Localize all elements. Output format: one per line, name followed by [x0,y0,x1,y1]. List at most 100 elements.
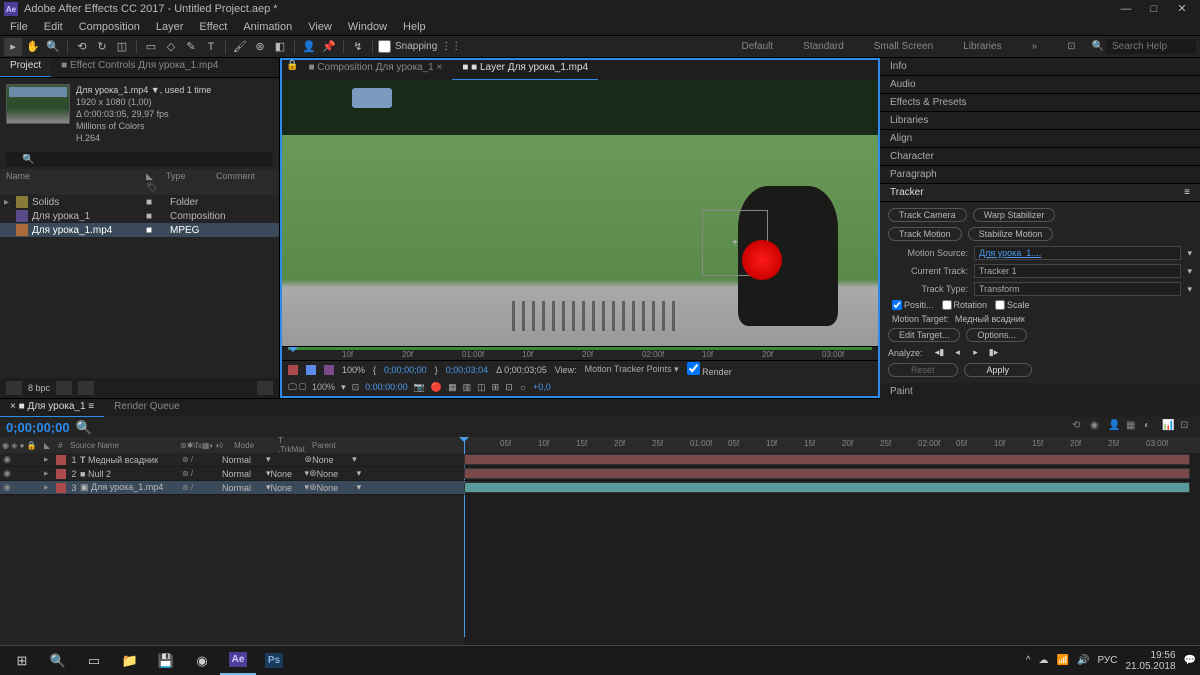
warp-stabilizer-button[interactable]: Warp Stabilizer [973,208,1056,222]
magnification-icon[interactable]: 🖵 ▢ [288,382,306,393]
language-indicator[interactable]: РУС [1097,655,1117,666]
menu-file[interactable]: File [2,21,36,33]
frame-blend-icon[interactable]: ▦ [1126,420,1140,434]
rotate-tool[interactable]: ↻ [93,38,111,56]
menu-help[interactable]: Help [395,21,434,33]
start-button[interactable]: ⊞ [4,647,40,675]
analyze-forward-icon[interactable]: ▸ [969,347,983,359]
region-icon[interactable]: ⊞ [492,382,500,393]
chrome-icon[interactable]: ◉ [184,647,220,675]
zoom-dropdown[interactable]: 100% [312,382,335,392]
minimize-button[interactable]: — [1112,0,1140,18]
after-effects-taskbar-icon[interactable]: Ae [220,647,256,675]
text-tool[interactable]: T [202,38,220,56]
layer-bar-3[interactable] [464,481,1200,495]
brainstorm-icon[interactable]: ⊡ [1180,420,1194,434]
camera-tool[interactable]: ◫ [113,38,131,56]
shape-tool[interactable]: ◇ [162,38,180,56]
hand-tool[interactable]: ✋ [24,38,42,56]
puppet-tool[interactable]: 📌 [320,38,338,56]
current-track-dropdown[interactable]: Tracker 1 [974,264,1181,278]
lock-icon[interactable]: 🔒 [286,60,298,80]
menu-effect[interactable]: Effect [191,21,235,33]
notifications-icon[interactable]: 💬 [1184,655,1196,666]
workspace-small[interactable]: Small Screen [860,41,947,52]
panel-libraries[interactable]: Libraries [880,112,1200,130]
analyze-back-one-icon[interactable]: ◂▮ [933,347,947,359]
resolution-icon[interactable]: ⊡ [352,382,360,393]
panel-tracker[interactable]: Tracker≡ [880,184,1200,202]
layer-row-3[interactable]: ◉ ▸3 ▣ Для урока_1.mp4 ⊛ / Normal▾ None▾… [0,481,464,495]
layer-bar-1[interactable] [464,453,1200,467]
photoshop-taskbar-icon[interactable]: Ps [256,647,292,675]
track-type-dropdown[interactable]: Transform [974,282,1181,296]
onedrive-icon[interactable]: ☁ [1039,655,1049,666]
interpret-footage-icon[interactable] [6,381,22,395]
motion-source-dropdown[interactable]: Для урока_1.... [974,246,1181,260]
visibility-icon[interactable]: ◉ [0,454,14,465]
panel-paragraph[interactable]: Paragraph [880,166,1200,184]
panel-audio[interactable]: Audio [880,76,1200,94]
shy-icon[interactable]: 👤 [1108,420,1122,434]
save-icon[interactable]: 💾 [148,647,184,675]
layer-time-ruler[interactable]: 10f 20f 01:00f 10f 20f 02:00f 10f 20f 03… [282,346,878,360]
maximize-button[interactable]: □ [1140,0,1168,18]
tab-render-queue[interactable]: Render Queue [104,399,190,417]
analyze-backward-icon[interactable]: ◂ [951,347,965,359]
exposure-icon[interactable]: ☼ [519,382,527,392]
anchor-tool[interactable]: ▭ [142,38,160,56]
rotation-checkbox[interactable]: Rotation [942,300,988,310]
timeline-timecode[interactable]: 0;00;00;00 [6,420,70,435]
visibility-icon[interactable]: ◉ [0,468,14,479]
roto-tool[interactable]: 👤 [300,38,318,56]
visibility-icon[interactable]: ◉ [0,482,14,493]
grid-icon[interactable]: ▦ [448,382,457,393]
local-axis-icon[interactable]: ↯ [349,38,367,56]
duration-icon[interactable] [324,365,334,375]
menu-animation[interactable]: Animation [235,21,300,33]
scale-checkbox[interactable]: Scale [995,300,1030,310]
motion-blur-icon[interactable]: ◐ [1144,420,1158,434]
workspace-more-icon[interactable]: » [1018,41,1052,52]
orbit-tool[interactable]: ⟲ [73,38,91,56]
pen-tool[interactable]: ✎ [182,38,200,56]
project-item-footage[interactable]: Для урока_1.mp4 ■ MPEG [0,223,279,237]
zoom-tool[interactable]: 🔍 [44,38,62,56]
timeline-ruler[interactable]: 05f 10f 15f 20f 25f 01:00f 05f 10f 15f 2… [464,437,1200,453]
clone-tool[interactable]: ⊛ [251,38,269,56]
tab-composition-viewer[interactable]: ■ Composition Для урока_1 × [298,60,452,80]
brush-tool[interactable]: 🖌 [231,38,249,56]
explorer-icon[interactable]: 📁 [112,647,148,675]
render-checkbox[interactable]: Render [687,362,732,377]
menu-layer[interactable]: Layer [148,21,192,33]
layer-row-2[interactable]: ◉ ▸2 ■ Null 2 ⊛ / Normal▾ None▾ ⊚None▾ [0,467,464,481]
project-search-input[interactable] [6,152,273,167]
panel-align[interactable]: Align [880,130,1200,148]
panel-info[interactable]: Info [880,58,1200,76]
snapping-toggle[interactable]: Snapping ⋮⋮ [378,40,461,53]
close-button[interactable]: ✕ [1168,0,1196,18]
in-point-icon[interactable] [288,365,298,375]
workspace-default[interactable]: Default [727,41,787,52]
project-item-solids[interactable]: ▸ Solids ■ Folder [0,195,279,209]
panel-character[interactable]: Character [880,148,1200,166]
tab-effect-controls[interactable]: ■ Effect Controls Для урока_1.mp4 [51,58,228,77]
comp-mini-flowchart-icon[interactable]: ⟲ [1072,420,1086,434]
tray-expand-icon[interactable]: ^ [1026,655,1031,666]
exposure-value[interactable]: +0,0 [533,382,551,392]
analyze-forward-one-icon[interactable]: ▮▸ [987,347,1001,359]
eraser-tool[interactable]: ◧ [271,38,289,56]
panel-effects[interactable]: Effects & Presets [880,94,1200,112]
mask-icon[interactable]: ◫ [477,382,486,393]
edit-target-button[interactable]: Edit Target... [888,328,960,342]
volume-icon[interactable]: 🔊 [1077,655,1089,666]
menu-edit[interactable]: Edit [36,21,71,33]
layer-bar-2[interactable] [464,467,1200,481]
new-folder-icon[interactable] [56,381,72,395]
current-time[interactable]: 0:00:00:00 [365,382,408,392]
layer-row-1[interactable]: ◉ ▸1 T Медный всадник ⊛ / Normal▾ ⊚None▾ [0,453,464,467]
project-item-comp[interactable]: Для урока_1 ■ Composition [0,209,279,223]
task-view-icon[interactable]: ▭ [76,647,112,675]
out-point-icon[interactable] [306,365,316,375]
graph-editor-icon[interactable]: 📊 [1162,420,1176,434]
